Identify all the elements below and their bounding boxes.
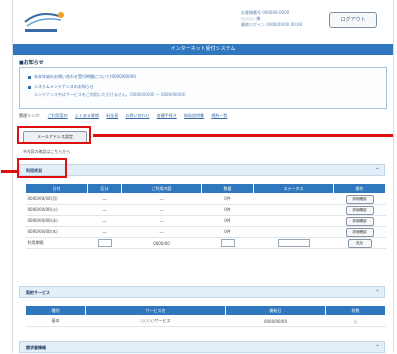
cell-content: ―	[121, 204, 202, 216]
link-item[interactable]: よくある質問	[75, 113, 99, 118]
col-header: 日付	[25, 183, 88, 194]
bullet-icon	[28, 85, 31, 89]
cell-service-name: ○○○○サービス	[85, 315, 226, 327]
cell-type: ―	[87, 215, 122, 227]
cell-status	[253, 215, 334, 227]
invoice-section-title: 請求書情報	[26, 345, 46, 350]
cell-type: ―	[87, 204, 122, 216]
cell-qty: 0件	[201, 193, 254, 205]
page-frame: お客様番号 000000-0000 ○○○○ 様 最終ログイン 0000/00/…	[1, 0, 394, 353]
notice-item-1[interactable]: 年末年始のお問い合わせ受付時間について(0000/00/00)	[28, 74, 136, 80]
notice-box: 年末年始のお問い合わせ受付時間について(0000/00/00) システムメンテナ…	[19, 67, 387, 109]
contract-section-header[interactable]: 契約サービス ⌃	[19, 286, 385, 298]
usage-table: 日付 区分 ご利用内容 数量 ステータス 操作 0000/00/00(月) ― …	[25, 183, 386, 249]
link-item[interactable]: 規約一覧	[211, 113, 227, 118]
cell-state: ○	[325, 315, 386, 327]
highlight-pointer-line	[93, 134, 393, 137]
link-item[interactable]: 取扱説明書	[184, 113, 204, 118]
cell-type: ―	[87, 193, 122, 205]
bullet-icon	[28, 75, 31, 79]
period-to-select[interactable]	[220, 239, 235, 247]
cell-start-date: 0000/00/00	[225, 315, 326, 327]
add-button[interactable]: 追加	[347, 238, 372, 248]
cell-qty: 0件	[201, 226, 254, 238]
table-row: 0000/00/00(水) ― ― 0件 詳細確認	[25, 215, 386, 227]
period-label: 利用期間	[25, 237, 88, 249]
period-to-input[interactable]	[277, 239, 310, 247]
table-row: 0000/00/00(木) ― ― 0件 詳細確認	[25, 226, 386, 238]
cell-status	[253, 193, 334, 205]
cell-qty: 0件	[201, 204, 254, 216]
link-item[interactable]: ご利用案内	[48, 113, 68, 118]
cell-status	[253, 226, 334, 238]
period-from-select[interactable]	[97, 239, 112, 247]
company-logo-icon	[24, 12, 64, 32]
user-info: お客様番号 000000-0000 ○○○○ 様 最終ログイン 0000/00/…	[241, 10, 311, 28]
header: お客様番号 000000-0000 ○○○○ 様 最終ログイン 0000/00/…	[13, 0, 393, 44]
highlight-box	[17, 158, 67, 178]
last-login: 最終ログイン 0000/00/00 00:00	[241, 22, 303, 27]
cell-action: 詳細確認	[333, 226, 386, 238]
period-input-cell	[253, 237, 334, 249]
notice-item-2[interactable]: システムメンテナンスのお知らせ	[28, 84, 94, 90]
cell-date: 0000/00/00(火)	[25, 204, 88, 216]
col-header: 状態	[325, 305, 386, 316]
cell-action: 詳細確認	[333, 193, 386, 205]
link-item[interactable]: 各種手続き	[157, 113, 177, 118]
col-header: 開始日	[225, 305, 326, 316]
system-title-bar: インターネット受付システム	[13, 44, 393, 55]
cell-date: 0000/00/00(月)	[25, 193, 88, 205]
period-to-cell	[201, 237, 254, 249]
col-header: ステータス	[253, 183, 334, 194]
notice-title: ■お知らせ	[19, 60, 44, 66]
table-row: 0000/00/00(月) ― ― 0件 詳細確認	[25, 193, 386, 205]
table-row: 0000/00/00(火) ― ― 0件 詳細確認	[25, 204, 386, 216]
cell-action: 詳細確認	[333, 204, 386, 216]
cell-action: 詳細確認	[333, 215, 386, 227]
period-from-text: 0000/00	[121, 237, 202, 249]
usage-section-header[interactable]: 利用状況 ⌃	[19, 164, 385, 176]
detail-button[interactable]: 詳細確認	[345, 216, 374, 226]
related-links: 関連リンク: ご利用案内 よくある質問 料金表 お問い合わせ 各種手続き 取扱説…	[19, 113, 389, 119]
col-header: 種別	[25, 305, 86, 316]
cell-qty: 0件	[201, 215, 254, 227]
cell-kind: 基本	[25, 315, 86, 327]
invoice-section-header[interactable]: 請求書情報 ⌃	[19, 341, 385, 353]
cell-status	[253, 204, 334, 216]
table-header-row: 種別 サービス名 開始日 状態	[25, 305, 386, 316]
table-row: 基本 ○○○○サービス 0000/00/00 ○	[25, 315, 386, 327]
collapse-icon[interactable]: ⌃	[375, 287, 380, 299]
contract-section-title: 契約サービス	[26, 290, 50, 295]
settings-note: ※内容の確認はこちらから	[23, 149, 71, 154]
col-header: 数量	[201, 183, 254, 194]
notice-detail: メンテナンス中はサービスをご利用いただけません。(0000/00/00 ～ 00…	[34, 92, 186, 97]
col-header: 区分	[87, 183, 122, 194]
detail-button[interactable]: 詳細確認	[345, 227, 374, 237]
links-label: 関連リンク:	[19, 113, 41, 118]
detail-button[interactable]: 詳細確認	[345, 205, 374, 215]
highlight-pointer-line	[1, 170, 19, 173]
highlight-box	[17, 126, 91, 144]
collapse-icon[interactable]: ⌃	[375, 165, 380, 177]
col-header: ご利用内容	[121, 183, 202, 194]
cell-content: ―	[121, 215, 202, 227]
detail-button[interactable]: 詳細確認	[345, 194, 374, 204]
cell-content: ―	[121, 226, 202, 238]
col-header: 操作	[333, 183, 386, 194]
cell-content: ―	[121, 193, 202, 205]
cell-date: 0000/00/00(水)	[25, 215, 88, 227]
add-cell: 追加	[333, 237, 386, 249]
table-header-row: 日付 区分 ご利用内容 数量 ステータス 操作	[25, 183, 386, 194]
cell-type: ―	[87, 226, 122, 238]
cell-date: 0000/00/00(木)	[25, 226, 88, 238]
col-header: サービス名	[85, 305, 226, 316]
link-item[interactable]: 料金表	[106, 113, 118, 118]
link-item[interactable]: お問い合わせ	[125, 113, 149, 118]
logout-button[interactable]: ログアウト	[329, 12, 377, 28]
period-from-cell	[87, 237, 122, 249]
contract-table: 種別 サービス名 開始日 状態 基本 ○○○○サービス 0000/00/00 ○	[25, 305, 386, 327]
collapse-icon[interactable]: ⌃	[375, 342, 380, 354]
table-footer-row: 利用期間 0000/00 追加	[25, 237, 386, 249]
